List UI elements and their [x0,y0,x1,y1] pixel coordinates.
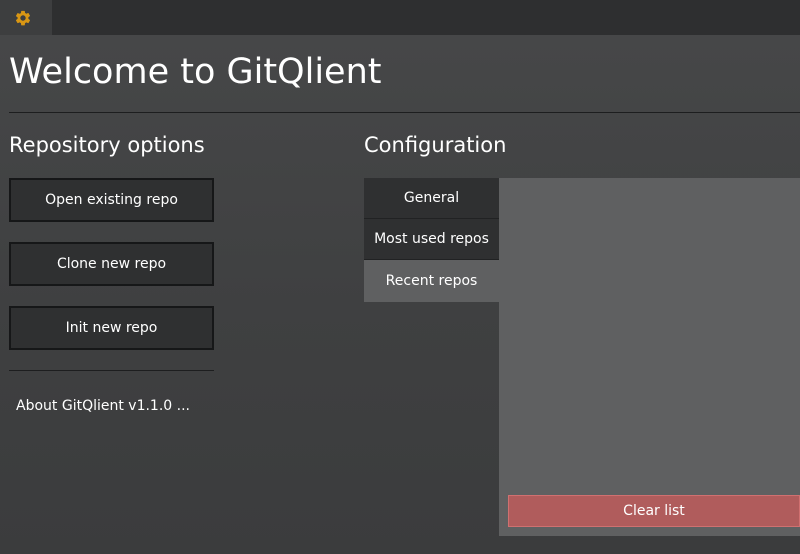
repository-options-title: Repository options [9,133,205,157]
tab-most-used-repos[interactable]: Most used repos [364,219,499,260]
configuration-tabs: General Most used repos Recent repos [364,178,499,302]
repository-options-divider [9,370,214,371]
clear-list-button[interactable]: Clear list [508,495,800,527]
recent-repos-panel: Clear list [499,178,800,536]
settings-tab[interactable] [0,0,52,35]
about-link[interactable]: About GitQlient v1.1.0 ... [16,396,190,416]
top-tab-bar [0,0,800,35]
init-new-repo-button[interactable]: Init new repo [9,306,214,350]
gear-icon [15,10,31,25]
welcome-title: Welcome to GitQlient [9,52,382,92]
tab-recent-repos[interactable]: Recent repos [364,260,499,302]
tab-general[interactable]: General [364,178,499,219]
configuration-title: Configuration [364,133,507,157]
clone-new-repo-button[interactable]: Clone new repo [9,242,214,286]
title-divider [9,112,800,113]
gitqlient-window: Welcome to GitQlient Repository options … [0,0,800,554]
open-existing-repo-button[interactable]: Open existing repo [9,178,214,222]
